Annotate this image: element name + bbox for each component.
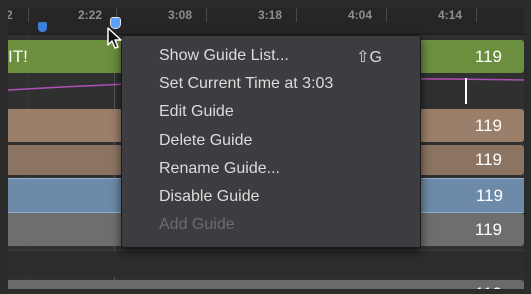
ruler-label: 2 bbox=[8, 8, 13, 22]
clip-number: 119 bbox=[475, 186, 503, 205]
menu-item-edit-guide[interactable]: Edit Guide bbox=[159, 103, 234, 121]
menu-item-delete-guide[interactable]: Delete Guide bbox=[159, 132, 252, 150]
clip-number: 119 bbox=[474, 220, 502, 239]
ruler-label: 4:14 bbox=[438, 8, 463, 22]
menu-item-show-guide-list[interactable]: Show Guide List... bbox=[159, 47, 289, 65]
clip-title: IT! bbox=[8, 47, 28, 66]
mouse-pointer-icon bbox=[107, 27, 122, 49]
ruler-tick bbox=[28, 8, 29, 22]
ruler-label: 2:22 bbox=[78, 8, 103, 22]
menu-item-rename-guide[interactable]: Rename Guide... bbox=[159, 160, 280, 178]
ruler-tick bbox=[386, 8, 387, 22]
menu-item-set-current-time[interactable]: Set Current Time at 3:03 bbox=[159, 75, 333, 93]
timeline-panel: 2 2:22 3:08 3:18 4:04 4:14 IT! 119 119 1… bbox=[8, 8, 524, 289]
ruler-label: 4:04 bbox=[348, 8, 373, 22]
empty-track bbox=[8, 250, 524, 277]
menu-item-add-guide: Add Guide bbox=[159, 216, 235, 233]
clip-number: 119 bbox=[474, 47, 502, 66]
ruler-label: 3:08 bbox=[168, 8, 193, 22]
ruler-tick bbox=[206, 8, 207, 22]
clip-number: 119 bbox=[475, 284, 502, 289]
playhead-marker bbox=[465, 78, 467, 104]
clip-number: 119 bbox=[474, 150, 502, 169]
ruler-tick bbox=[296, 8, 297, 22]
clip-number: 119 bbox=[474, 116, 502, 135]
menu-item-disable-guide[interactable]: Disable Guide bbox=[159, 188, 260, 206]
ruler-tick bbox=[476, 8, 477, 22]
guide-context-menu: Show Guide List... ⇧G Set Current Time a… bbox=[121, 35, 421, 248]
video-clip[interactable]: 119 bbox=[8, 280, 524, 289]
time-ruler[interactable]: 2 2:22 3:08 3:18 4:04 4:14 bbox=[8, 8, 524, 35]
shortcut-label: ⇧G bbox=[356, 49, 382, 66]
guide-marker-icon[interactable] bbox=[38, 22, 47, 32]
ruler-label: 3:18 bbox=[258, 8, 283, 22]
